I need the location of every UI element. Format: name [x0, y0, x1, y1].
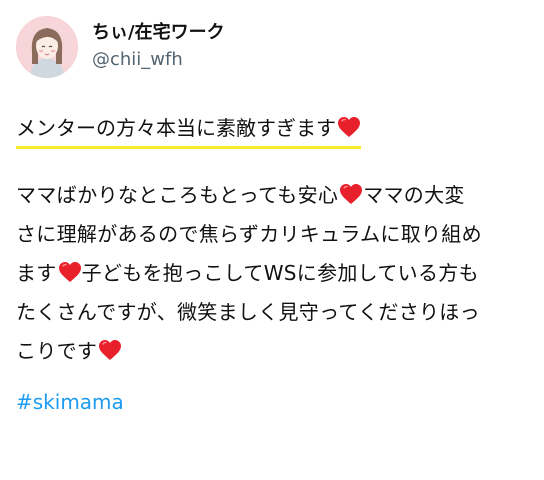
headline-text: メンターの方々本当に素敵すぎます — [16, 116, 336, 140]
body-line: ます 子どもを抱っこしてWSに参加している方も — [16, 254, 526, 293]
red-heart-icon — [58, 262, 81, 282]
body-text-segment: たくさんですが、微笑ましく見守ってくださりほっ — [16, 300, 480, 324]
tweet-header: ちぃ/在宅ワーク @chii_wfh — [16, 16, 225, 78]
author-names: ちぃ/在宅ワーク @chii_wfh — [92, 22, 225, 72]
red-heart-icon — [338, 117, 360, 137]
red-heart-icon — [99, 340, 122, 360]
headline-highlight: メンターの方々本当に素敵すぎます — [16, 114, 361, 149]
body-line: ママばかりなところもとっても安心 ママの大変 — [16, 176, 526, 215]
red-heart-icon — [340, 184, 363, 204]
hashtag-link[interactable]: #skimama — [16, 388, 124, 416]
illustrated-woman-avatar-icon — [16, 16, 78, 78]
body-line: たくさんですが、微笑ましく見守ってくださりほっ — [16, 293, 526, 332]
user-handle[interactable]: @chii_wfh — [92, 48, 225, 72]
body-text-segment: ママの大変 — [363, 183, 465, 207]
body-text-segment: ます — [16, 261, 57, 285]
tweet-body: ママばかりなところもとっても安心 ママの大変 さに理解があるので焦らずカリキュラム… — [16, 176, 526, 371]
body-text-segment: 子どもを抱っこしてWSに参加している方も — [81, 261, 479, 285]
body-text-segment: さに理解があるので焦らずカリキュラムに取り組め — [16, 222, 482, 246]
headline-block: メンターの方々本当に素敵すぎます — [16, 114, 361, 149]
body-line: こりです — [16, 332, 526, 371]
avatar[interactable] — [16, 16, 78, 78]
display-name[interactable]: ちぃ/在宅ワーク — [92, 22, 225, 44]
body-text-segment: こりです — [16, 339, 98, 363]
body-line: さに理解があるので焦らずカリキュラムに取り組め — [16, 215, 526, 254]
body-text-segment: ママばかりなところもとっても安心 — [16, 183, 339, 207]
tweet-card: ちぃ/在宅ワーク @chii_wfh メンターの方々本当に素敵すぎます ママばか… — [0, 0, 544, 480]
